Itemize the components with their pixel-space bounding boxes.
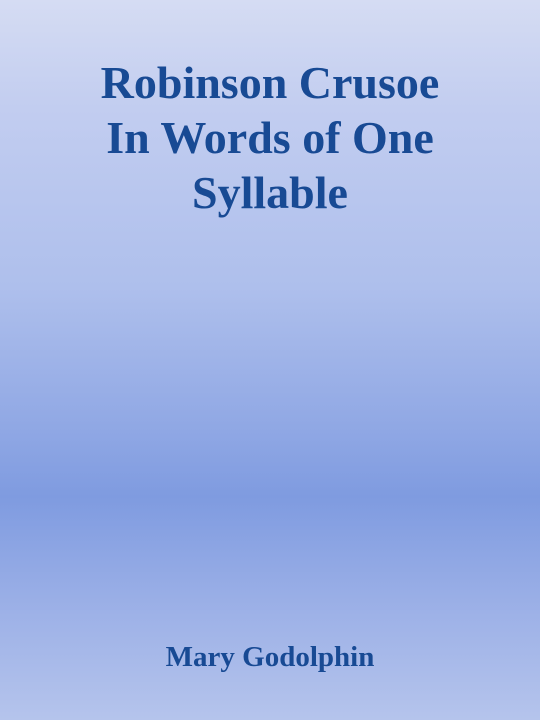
title-line-3: Syllable <box>192 167 348 218</box>
book-author: Mary Godolphin <box>165 641 375 673</box>
book-cover: Robinson Crusoe In Words of One Syllable… <box>0 0 540 720</box>
title-line-2: In Words of One <box>106 112 434 163</box>
book-title: Robinson Crusoe In Words of One Syllable <box>0 55 540 220</box>
title-line-1: Robinson Crusoe <box>100 57 440 108</box>
